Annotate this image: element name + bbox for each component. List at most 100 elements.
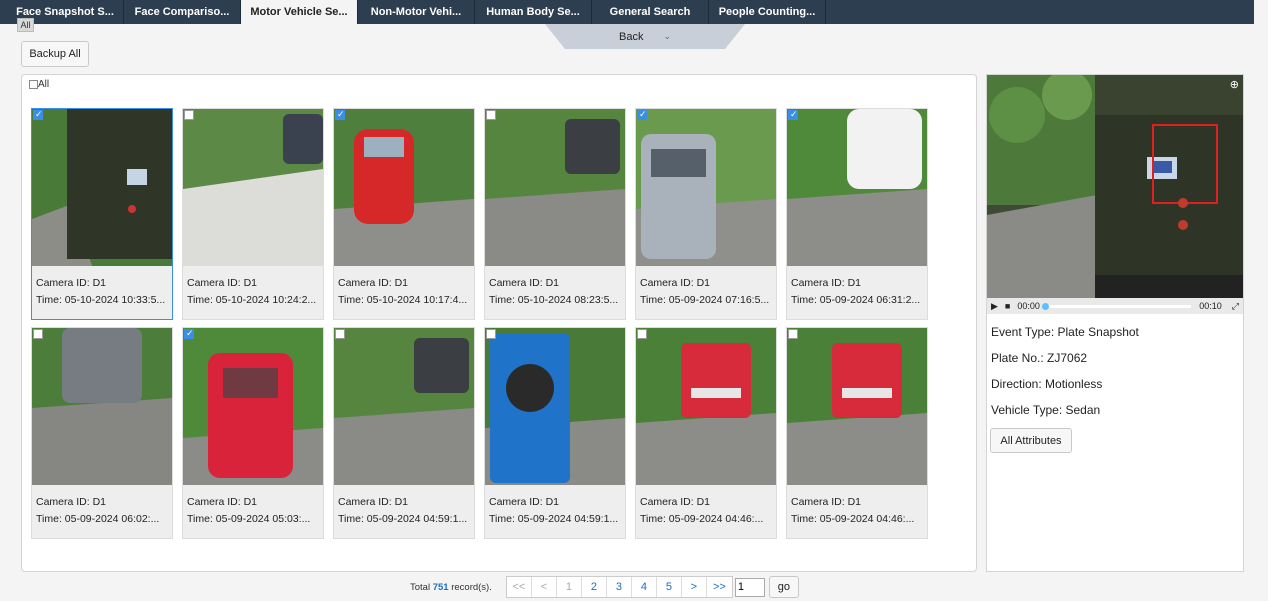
snapshot-thumbnail[interactable] (485, 109, 625, 266)
capture-time: Time: 05-09-2024 06:02:... (36, 513, 160, 525)
result-card[interactable]: Camera ID: D1 Time: 05-10-2024 10:33:5... (31, 108, 173, 320)
snapshot-thumbnail[interactable] (787, 109, 927, 266)
snapshot-thumbnail[interactable] (636, 328, 776, 485)
snapshot-thumbnail[interactable] (485, 328, 625, 485)
vehicle-type: Vehicle Type: Sedan (991, 403, 1101, 417)
next-page-button[interactable]: > (682, 577, 707, 597)
snapshot-thumbnail[interactable] (334, 109, 474, 266)
tab-face-comparison[interactable]: Face Compariso... (124, 0, 241, 24)
tab-human-body[interactable]: Human Body Se... (475, 0, 592, 24)
first-page-button[interactable]: << (507, 577, 532, 597)
event-type: Event Type: Plate Snapshot (991, 325, 1139, 339)
card-checkbox[interactable] (637, 329, 647, 339)
select-all[interactable]: All (29, 79, 49, 90)
result-card[interactable]: Camera ID: D1 Time: 05-09-2024 06:31:2... (786, 108, 928, 320)
tab-motor-vehicle[interactable]: Motor Vehicle Se... (241, 0, 358, 24)
camera-id: Camera ID: D1 (640, 496, 711, 508)
play-icon[interactable]: ▶ (991, 301, 998, 312)
card-checkbox[interactable] (335, 329, 345, 339)
last-page-button[interactable]: >> (707, 577, 732, 597)
backup-all-button[interactable]: Backup All (21, 41, 89, 67)
page-4-button[interactable]: 4 (632, 577, 657, 597)
card-info: Camera ID: D1 Time: 05-10-2024 10:17:4... (338, 275, 472, 309)
capture-time: Time: 05-09-2024 04:59:1... (489, 513, 619, 525)
card-checkbox[interactable] (788, 329, 798, 339)
card-info: Camera ID: D1 Time: 05-10-2024 10:24:2... (187, 275, 321, 309)
result-card[interactable]: Camera ID: D1 Time: 05-09-2024 04:46:... (635, 327, 777, 539)
camera-id: Camera ID: D1 (187, 496, 258, 508)
snapshot-preview[interactable]: ⊕ (987, 75, 1243, 298)
page-2-button[interactable]: 2 (582, 577, 607, 597)
card-info: Camera ID: D1 Time: 05-09-2024 06:02:... (36, 494, 170, 528)
direction: Direction: Motionless (991, 377, 1103, 391)
tab-non-motor-vehicle[interactable]: Non-Motor Vehi... (358, 0, 475, 24)
result-card[interactable]: Camera ID: D1 Time: 05-09-2024 06:02:... (31, 327, 173, 539)
pagination: Total 751 record(s). << < 1 2 3 4 5 > >>… (410, 576, 799, 598)
capture-time: Time: 05-09-2024 04:59:1... (338, 513, 468, 525)
camera-id: Camera ID: D1 (187, 277, 258, 289)
camera-id: Camera ID: D1 (640, 277, 711, 289)
card-checkbox[interactable] (33, 329, 43, 339)
page-3-button[interactable]: 3 (607, 577, 632, 597)
card-checkbox[interactable] (184, 110, 194, 120)
card-checkbox[interactable] (33, 109, 43, 120)
camera-id: Camera ID: D1 (338, 496, 409, 508)
snapshot-thumbnail[interactable] (787, 328, 927, 485)
result-card[interactable]: Camera ID: D1 Time: 05-09-2024 04:59:1... (484, 327, 626, 539)
card-checkbox[interactable] (637, 109, 647, 120)
all-attributes-button[interactable]: All Attributes (990, 428, 1072, 453)
snapshot-thumbnail[interactable] (183, 109, 323, 266)
snapshot-thumbnail[interactable] (334, 328, 474, 485)
result-card[interactable]: Camera ID: D1 Time: 05-09-2024 04:46:... (786, 327, 928, 539)
all-tooltip: All (17, 18, 34, 32)
detail-panel: ⊕ ▶ ■ 00:00 00:10 ⤢ Event Type: Plate Sn… (986, 74, 1244, 572)
tab-general-search[interactable]: General Search (592, 0, 709, 24)
zoom-in-icon[interactable]: ⊕ (1230, 78, 1239, 91)
duration-time: 00:10 (1199, 301, 1222, 311)
card-info: Camera ID: D1 Time: 05-09-2024 07:16:5... (640, 275, 774, 309)
snapshot-thumbnail[interactable] (183, 328, 323, 485)
video-player-bar: ▶ ■ 00:00 00:10 ⤢ (987, 298, 1243, 314)
page-buttons: << < 1 2 3 4 5 > >> (505, 576, 733, 598)
total-records: Total 751 record(s). (410, 581, 492, 593)
progress-slider[interactable] (1041, 302, 1192, 310)
card-checkbox[interactable] (335, 109, 345, 120)
result-card[interactable]: Camera ID: D1 Time: 05-09-2024 04:59:1... (333, 327, 475, 539)
stop-icon[interactable]: ■ (1005, 301, 1010, 311)
back-button[interactable]: Back ⌄ (545, 24, 745, 49)
select-all-checkbox[interactable] (29, 80, 38, 89)
select-all-label: All (38, 79, 50, 90)
card-info: Camera ID: D1 Time: 05-09-2024 06:31:2... (791, 275, 925, 309)
go-button[interactable]: go (768, 576, 799, 598)
capture-time: Time: 05-09-2024 05:03:... (187, 513, 311, 525)
card-info: Camera ID: D1 Time: 05-09-2024 04:46:... (791, 494, 925, 528)
card-checkbox[interactable] (788, 109, 798, 120)
fullscreen-icon[interactable]: ⤢ (1232, 301, 1239, 312)
result-card[interactable]: Camera ID: D1 Time: 05-10-2024 08:23:5... (484, 108, 626, 320)
snapshot-thumbnail[interactable] (32, 109, 172, 266)
camera-id: Camera ID: D1 (489, 496, 560, 508)
page-number-input[interactable] (734, 577, 765, 597)
tab-people-counting[interactable]: People Counting... (709, 0, 826, 24)
capture-time: Time: 05-09-2024 07:16:5... (640, 294, 770, 306)
tab-bar: Face Snapshot S... Face Compariso... Mot… (0, 0, 1254, 24)
result-card[interactable]: Camera ID: D1 Time: 05-09-2024 07:16:5... (635, 108, 777, 320)
capture-time: Time: 05-10-2024 10:24:2... (187, 294, 317, 306)
page-5-button[interactable]: 5 (657, 577, 682, 597)
plate-number: Plate No.: ZJ7062 (991, 351, 1088, 365)
page-1-button[interactable]: 1 (557, 577, 582, 597)
card-checkbox[interactable] (486, 110, 496, 120)
result-card[interactable]: Camera ID: D1 Time: 05-10-2024 10:17:4... (333, 108, 475, 320)
snapshot-thumbnail[interactable] (636, 109, 776, 266)
capture-time: Time: 05-09-2024 06:31:2... (791, 294, 921, 306)
camera-id: Camera ID: D1 (36, 496, 107, 508)
card-checkbox[interactable] (486, 329, 496, 339)
results-panel: All Camera ID: D1 Time: 05-10-2024 10:33:… (21, 74, 977, 572)
card-info: Camera ID: D1 Time: 05-09-2024 05:03:... (187, 494, 321, 528)
snapshot-thumbnail[interactable] (32, 328, 172, 485)
card-info: Camera ID: D1 Time: 05-09-2024 04:46:... (640, 494, 774, 528)
prev-page-button[interactable]: < (532, 577, 557, 597)
result-card[interactable]: Camera ID: D1 Time: 05-09-2024 05:03:... (182, 327, 324, 539)
result-card[interactable]: Camera ID: D1 Time: 05-10-2024 10:24:2... (182, 108, 324, 320)
card-checkbox[interactable] (184, 328, 194, 339)
